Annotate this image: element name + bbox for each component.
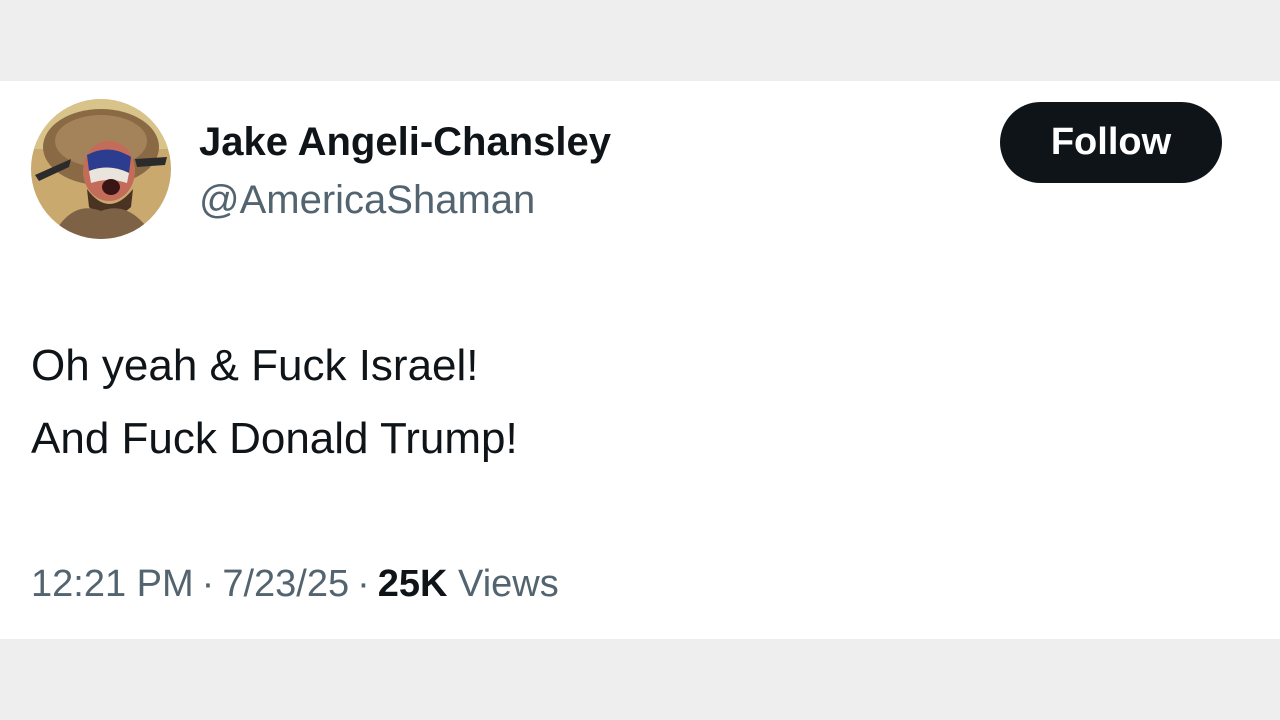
author-display-name[interactable]: Jake Angeli-Chansley <box>199 117 611 167</box>
tweet-date[interactable]: 7/23/25 <box>222 563 349 605</box>
meta-separator: · <box>201 563 215 605</box>
tweet-meta: 12:21 PM · 7/23/25 · 25K Views <box>31 559 559 609</box>
follow-button[interactable]: Follow <box>1000 102 1222 183</box>
author-handle[interactable]: @AmericaShaman <box>199 175 535 225</box>
views-count[interactable]: 25K <box>378 563 448 605</box>
tweet-text-line: Oh yeah & Fuck Israel! <box>31 341 479 390</box>
tweet-text: Oh yeah & Fuck Israel! And Fuck Donald T… <box>31 329 518 475</box>
views-label[interactable]: Views <box>458 563 559 605</box>
tweet-time[interactable]: 12:21 PM <box>31 563 194 605</box>
tweet-card: Jake Angeli-Chansley @AmericaShaman Foll… <box>0 81 1280 639</box>
page: Jake Angeli-Chansley @AmericaShaman Foll… <box>0 0 1280 720</box>
meta-separator: · <box>357 563 370 605</box>
profile-photo-icon <box>31 99 171 239</box>
tweet-text-line: And Fuck Donald Trump! <box>31 414 518 463</box>
avatar[interactable] <box>31 99 171 239</box>
